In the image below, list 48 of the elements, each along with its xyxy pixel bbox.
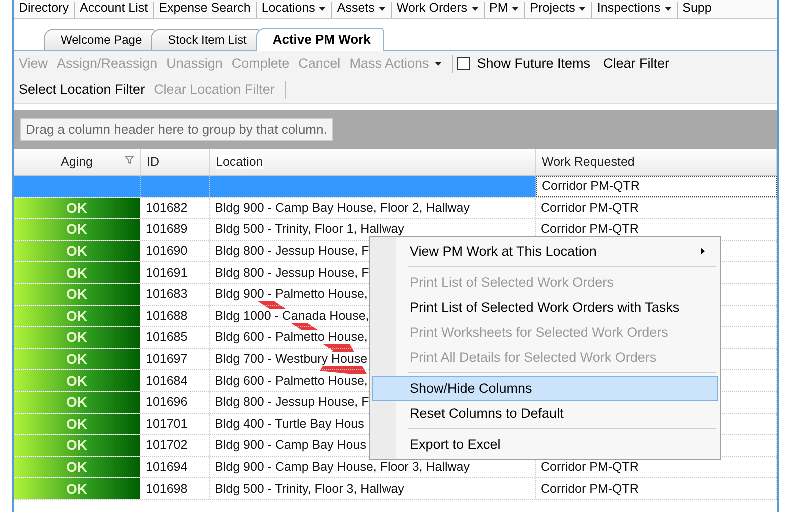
aging-status: OK bbox=[14, 284, 141, 305]
table-cell: Bldg 400 - Turtle Bay Hous bbox=[215, 416, 364, 431]
aging-status: OK bbox=[14, 240, 141, 262]
table-cell: Corridor PM-QTR bbox=[541, 460, 639, 474]
table-cell: 101691 bbox=[146, 266, 188, 280]
table-cell: 101688 bbox=[146, 308, 188, 323]
table-cell: Bldg 800 - Jessup House, F bbox=[215, 244, 370, 258]
table-cell: 101683 bbox=[146, 287, 188, 302]
aging-status: OK bbox=[14, 262, 141, 283]
aging-status: OK bbox=[14, 478, 141, 499]
aging-status: OK bbox=[14, 306, 141, 326]
table-cell: 101690 bbox=[146, 244, 188, 258]
table-cell: 101698 bbox=[146, 482, 188, 496]
table-cell: 101702 bbox=[146, 438, 188, 452]
aging-status: OK bbox=[14, 392, 141, 413]
table-cell: Bldg 800 - Jessup House, F bbox=[215, 266, 370, 280]
aging-status: OK bbox=[14, 456, 141, 478]
table-cell: Bldg 500 - Trinity, Floor 1, Hallway bbox=[215, 222, 404, 236]
table-cell: 101682 bbox=[146, 200, 188, 215]
table-cell: Bldg 800 - Jessup House, F bbox=[215, 395, 370, 410]
table-cell: Bldg 900 - Camp Bay House, Floor 3, Hallway bbox=[215, 460, 470, 474]
table-cell: Bldg 900 - Palmetto House, bbox=[215, 287, 368, 302]
aging-status: OK bbox=[14, 327, 141, 348]
table-cell: 101685 bbox=[146, 330, 188, 344]
table-cell: Corridor PM-QTR bbox=[542, 179, 640, 194]
table-cell: 101684 bbox=[146, 374, 188, 388]
table-cell: 101696 bbox=[146, 395, 188, 410]
group-by-panel: Drag a column header here to group by that column. bbox=[20, 118, 334, 141]
table-cell: Bldg 1000 - Canada House, bbox=[215, 308, 370, 323]
table-cell: 101697 bbox=[146, 352, 188, 366]
table-cell: 101701 bbox=[146, 416, 188, 431]
table-cell: Bldg 500 - Trinity, Floor 3, Hallway bbox=[215, 482, 404, 496]
table-cell: Bldg 900 - Camp Bay House, Floor 2, Hallway bbox=[215, 200, 470, 215]
table-cell: 101694 bbox=[146, 460, 188, 474]
table-cell: Corridor PM-QTR bbox=[541, 482, 639, 496]
table-cell: Corridor PM-QTR bbox=[541, 200, 639, 215]
aging-status: OK bbox=[14, 435, 141, 456]
table-cell: Bldg 700 - Westbury House bbox=[215, 352, 368, 366]
aging-status: OK bbox=[14, 219, 141, 240]
table-cell: Bldg 600 - Palmetto House, bbox=[215, 330, 368, 344]
aging-status: OK bbox=[14, 370, 141, 391]
table-cell: Bldg 600 - Palmetto House, bbox=[215, 374, 368, 388]
table-cell: 101689 bbox=[146, 222, 188, 236]
table-cell: Corridor PM-QTR bbox=[541, 222, 639, 236]
aging-status: OK bbox=[14, 348, 141, 370]
aging-status: OK bbox=[14, 198, 141, 218]
table-cell: Bldg 900 - Camp Bay Hous bbox=[215, 438, 366, 452]
aging-status: OK bbox=[14, 414, 141, 434]
